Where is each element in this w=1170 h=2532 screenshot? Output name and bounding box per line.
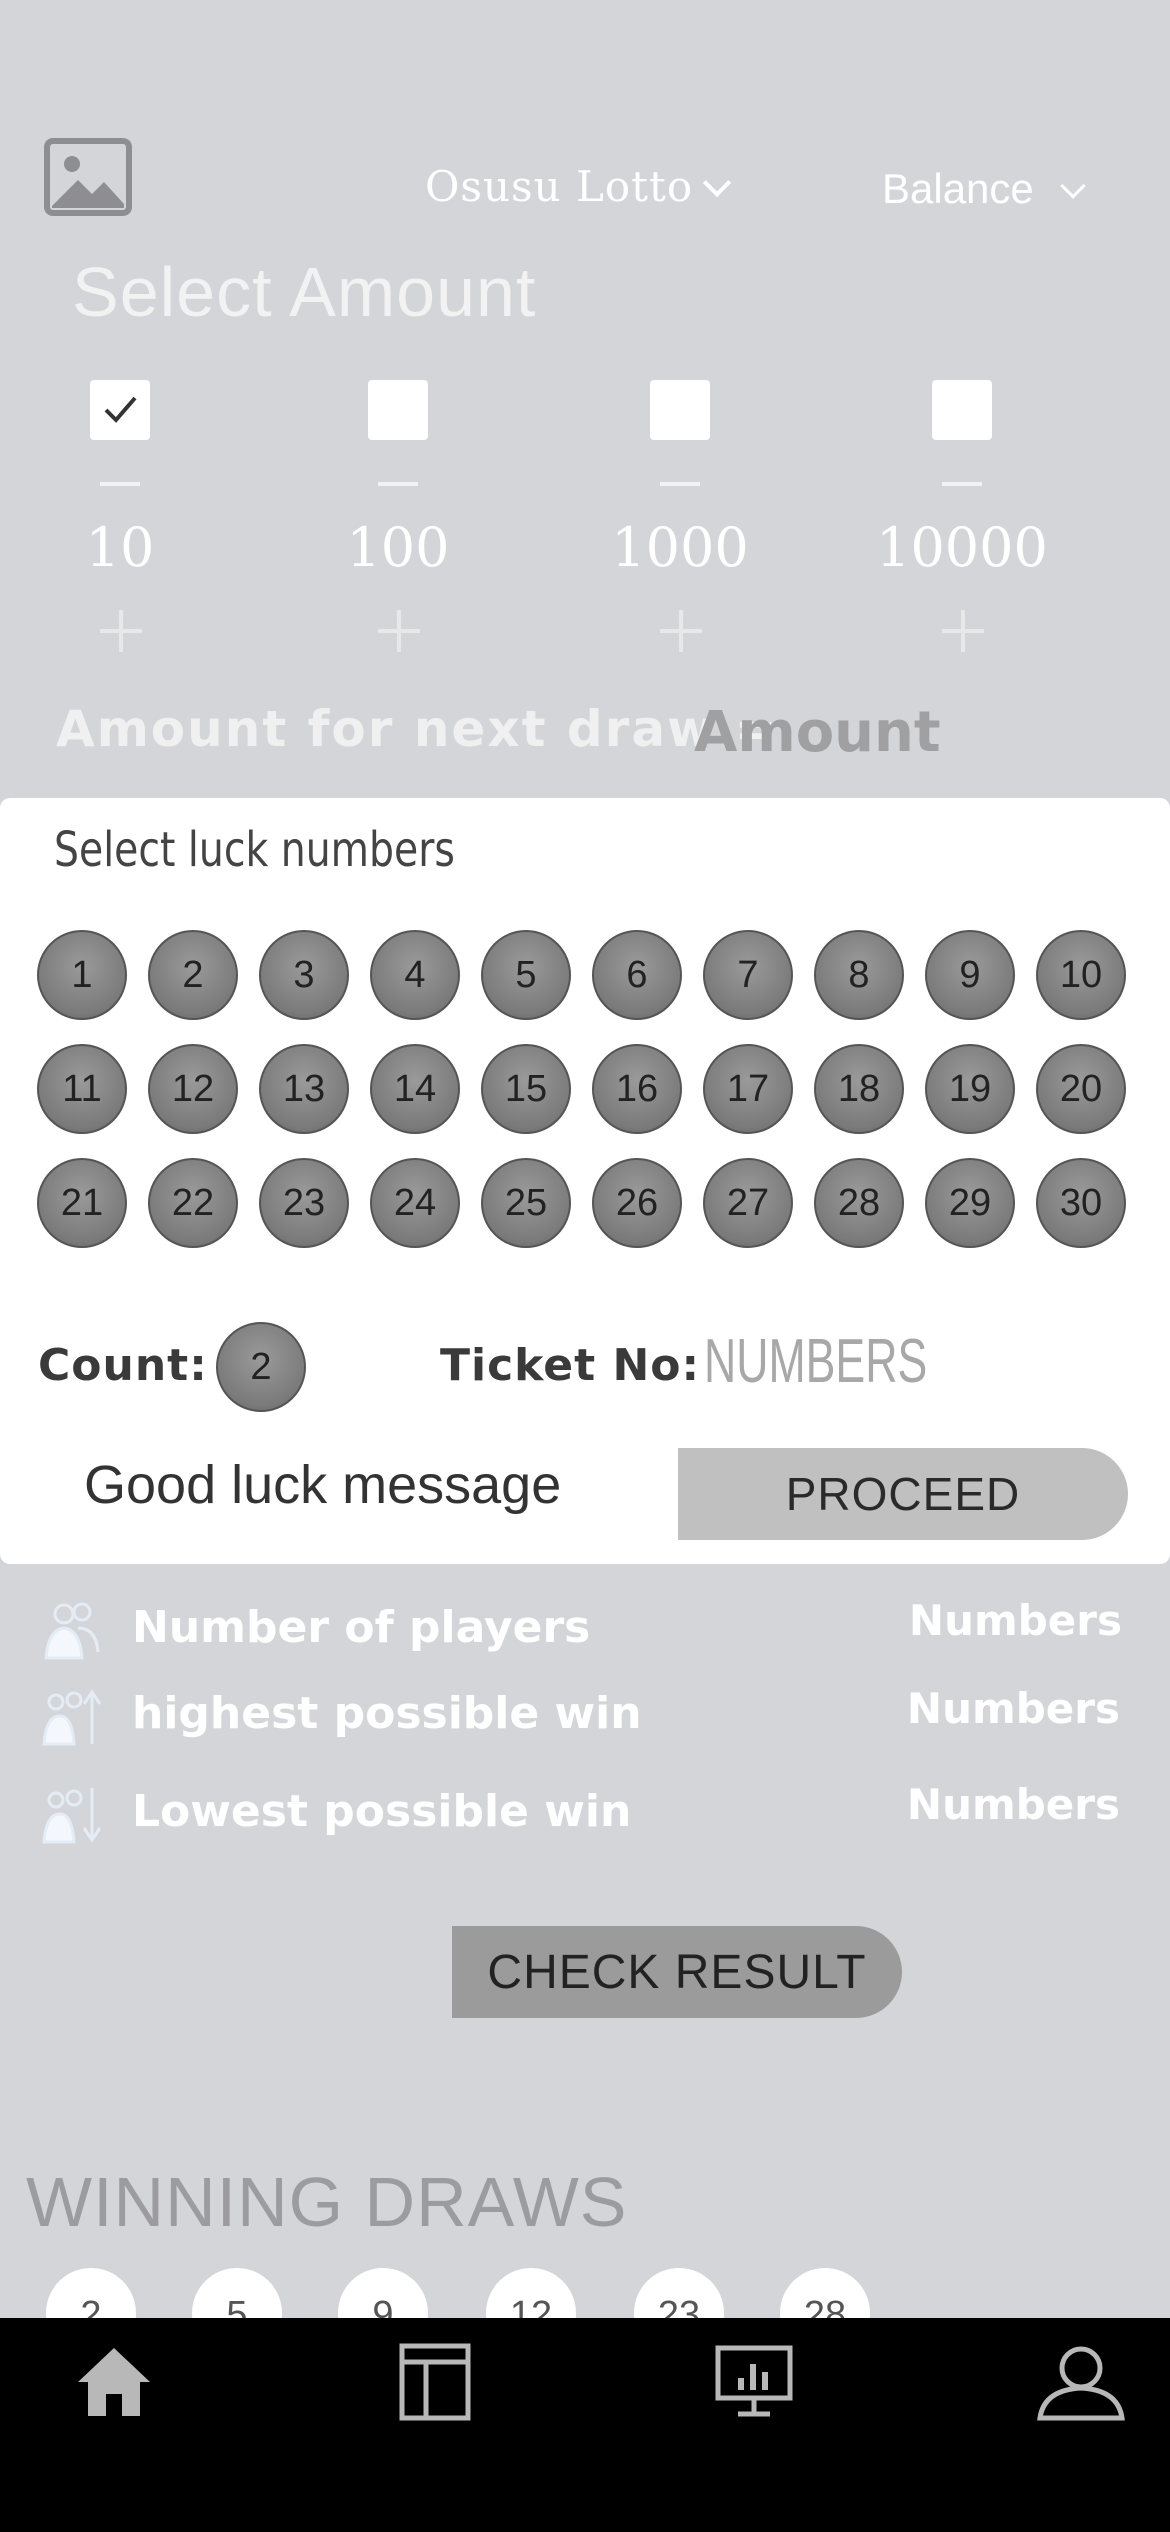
luck-number-ball[interactable]: 27 [703,1158,793,1248]
increment-button[interactable] [378,610,420,652]
luck-number-ball[interactable]: 19 [925,1044,1015,1134]
stat-label-lowest: Lowest possible win [132,1786,632,1837]
luck-number-ball[interactable]: 29 [925,1158,1015,1248]
decrement-button[interactable] [660,482,700,486]
proceed-button[interactable]: PROCEED [678,1448,1128,1540]
decrement-button[interactable] [100,482,140,486]
amount-checkbox[interactable] [90,380,150,440]
amount-value: 100 [346,516,450,579]
amount-option-1000: 1000 [590,380,770,660]
layout-icon[interactable] [396,2342,476,2422]
amount-value: 10000 [876,516,1048,579]
luck-number-ball[interactable]: 22 [148,1158,238,1248]
stat-value-players: Numbers [908,1596,1122,1645]
next-draw-label: Amount for next draw = [56,700,779,758]
chevron-down-icon [703,168,732,198]
increment-button[interactable] [100,610,142,652]
luck-number-ball[interactable]: 28 [814,1158,904,1248]
luck-number-ball[interactable]: 7 [703,930,793,1020]
luck-number-ball[interactable]: 26 [592,1158,682,1248]
next-draw-amount: Amount [694,700,941,765]
good-luck-message: Good luck message [84,1455,562,1515]
ticket-label: Ticket No: [440,1340,701,1391]
stat-value-highest: Numbers [906,1684,1120,1733]
luck-number-ball[interactable]: 16 [592,1044,682,1134]
luck-number-ball[interactable]: 23 [259,1158,349,1248]
stat-value-lowest: Numbers [906,1780,1120,1829]
balance-label: Balance [882,165,1034,212]
balance-dropdown[interactable]: Balance [882,165,1086,213]
decrement-button[interactable] [378,482,418,486]
luck-number-ball[interactable]: 21 [37,1158,127,1248]
profile-icon[interactable] [1036,2342,1126,2422]
luck-number-ball[interactable]: 11 [37,1044,127,1134]
app-title-dropdown[interactable]: Osusu Lotto [425,162,732,211]
luck-number-ball[interactable]: 6 [592,930,682,1020]
luck-number-ball[interactable]: 18 [814,1044,904,1134]
stats-monitor-icon[interactable] [714,2342,794,2422]
luck-number-ball[interactable]: 30 [1036,1158,1126,1248]
luck-number-ball[interactable]: 8 [814,930,904,1020]
luck-number-ball[interactable]: 1 [37,930,127,1020]
stat-label-players: Number of players [132,1602,591,1653]
count-badge: 2 [216,1322,306,1412]
amount-checkbox[interactable] [932,380,992,440]
amount-checkbox[interactable] [368,380,428,440]
count-label: Count: [38,1340,208,1391]
ticket-number: NUMBERS [704,1327,928,1396]
app-title: Osusu Lotto [425,162,694,211]
luck-number-ball[interactable]: 25 [481,1158,571,1248]
select-amount-title: Select Amount [72,253,537,331]
luck-number-ball[interactable]: 14 [370,1044,460,1134]
luck-number-ball[interactable]: 24 [370,1158,460,1248]
players-down-icon [42,1784,102,1846]
luck-number-ball[interactable]: 20 [1036,1044,1126,1134]
luck-number-ball[interactable]: 5 [481,930,571,1020]
luck-number-ball[interactable]: 12 [148,1044,238,1134]
players-up-icon [42,1686,102,1748]
luck-number-ball[interactable]: 13 [259,1044,349,1134]
luck-number-ball[interactable]: 4 [370,930,460,1020]
increment-button[interactable] [660,610,702,652]
chevron-down-icon [1060,173,1086,199]
amount-value: 1000 [611,516,749,579]
luck-number-ball[interactable]: 2 [148,930,238,1020]
amount-option-10000: 10000 [872,380,1052,660]
amount-checkbox[interactable] [650,380,710,440]
check-result-button[interactable]: CHECK RESULT [452,1926,902,2018]
amount-value: 10 [85,516,155,579]
increment-button[interactable] [942,610,984,652]
image-placeholder-icon[interactable] [44,138,132,216]
amount-option-100: 100 [308,380,488,660]
luck-number-ball[interactable]: 15 [481,1044,571,1134]
luck-numbers-title: Select luck numbers [54,822,455,878]
players-icon [42,1600,102,1662]
luck-number-ball[interactable]: 3 [259,930,349,1020]
decrement-button[interactable] [942,482,982,486]
luck-number-ball[interactable]: 10 [1036,930,1126,1020]
winning-draws-title: WINNING DRAWS [26,2163,628,2241]
luck-number-ball[interactable]: 9 [925,930,1015,1020]
stat-label-highest: highest possible win [132,1688,642,1739]
luck-number-ball[interactable]: 17 [703,1044,793,1134]
amount-option-10: 10 [30,380,210,660]
bottom-nav [0,2318,1170,2532]
home-icon[interactable] [74,2342,154,2422]
